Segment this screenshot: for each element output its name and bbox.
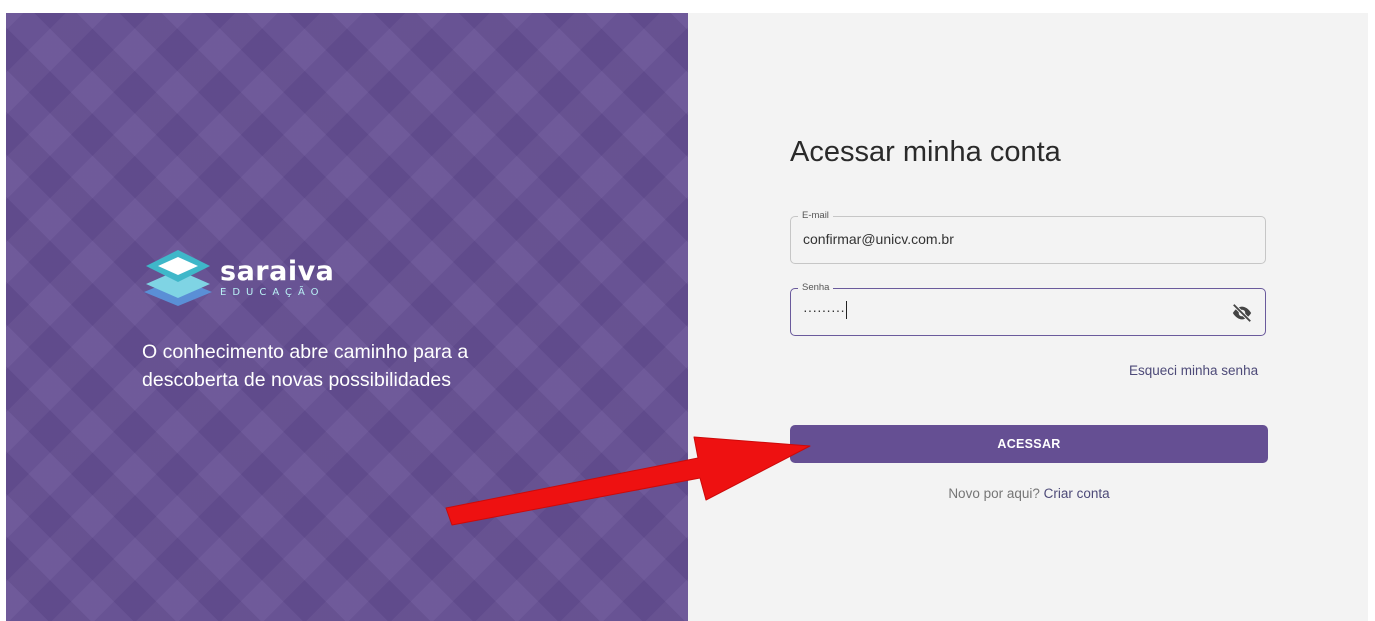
email-label: E-mail: [798, 209, 833, 223]
signup-text: Novo por aqui?: [948, 486, 1040, 501]
text-caret: [845, 301, 847, 319]
eye-off-icon[interactable]: [1231, 302, 1253, 324]
signup-link[interactable]: Criar conta: [1044, 486, 1110, 501]
saraiva-logo-icon: [144, 250, 212, 306]
signup-prompt: Novo por aqui? Criar conta: [790, 486, 1268, 501]
email-field[interactable]: E-mail: [790, 209, 1266, 264]
login-page: saraiva EDUCAÇÃO O conhecimento abre cam…: [6, 13, 1368, 621]
brand-name: saraiva: [220, 256, 335, 287]
password-input[interactable]: ·········: [803, 301, 847, 319]
brand-logo-group: saraiva EDUCAÇÃO: [142, 248, 334, 308]
password-label: Senha: [798, 281, 834, 295]
forgot-password-link[interactable]: Esqueci minha senha: [1129, 363, 1258, 378]
brand-subtitle: EDUCAÇÃO: [220, 287, 325, 298]
password-masked-value: ·········: [803, 302, 845, 318]
page-title: Acessar minha conta: [790, 136, 1061, 168]
login-panel: Acessar minha conta E-mail Senha ·······…: [688, 13, 1368, 621]
password-field[interactable]: Senha ·········: [790, 281, 1266, 336]
brand-wordmark: saraiva EDUCAÇÃO: [220, 256, 335, 299]
brand-tagline: O conhecimento abre caminho para a desco…: [142, 341, 469, 391]
email-input[interactable]: [803, 231, 1203, 247]
submit-button[interactable]: ACESSAR: [790, 425, 1268, 463]
brand-panel: saraiva EDUCAÇÃO O conhecimento abre cam…: [6, 13, 688, 621]
